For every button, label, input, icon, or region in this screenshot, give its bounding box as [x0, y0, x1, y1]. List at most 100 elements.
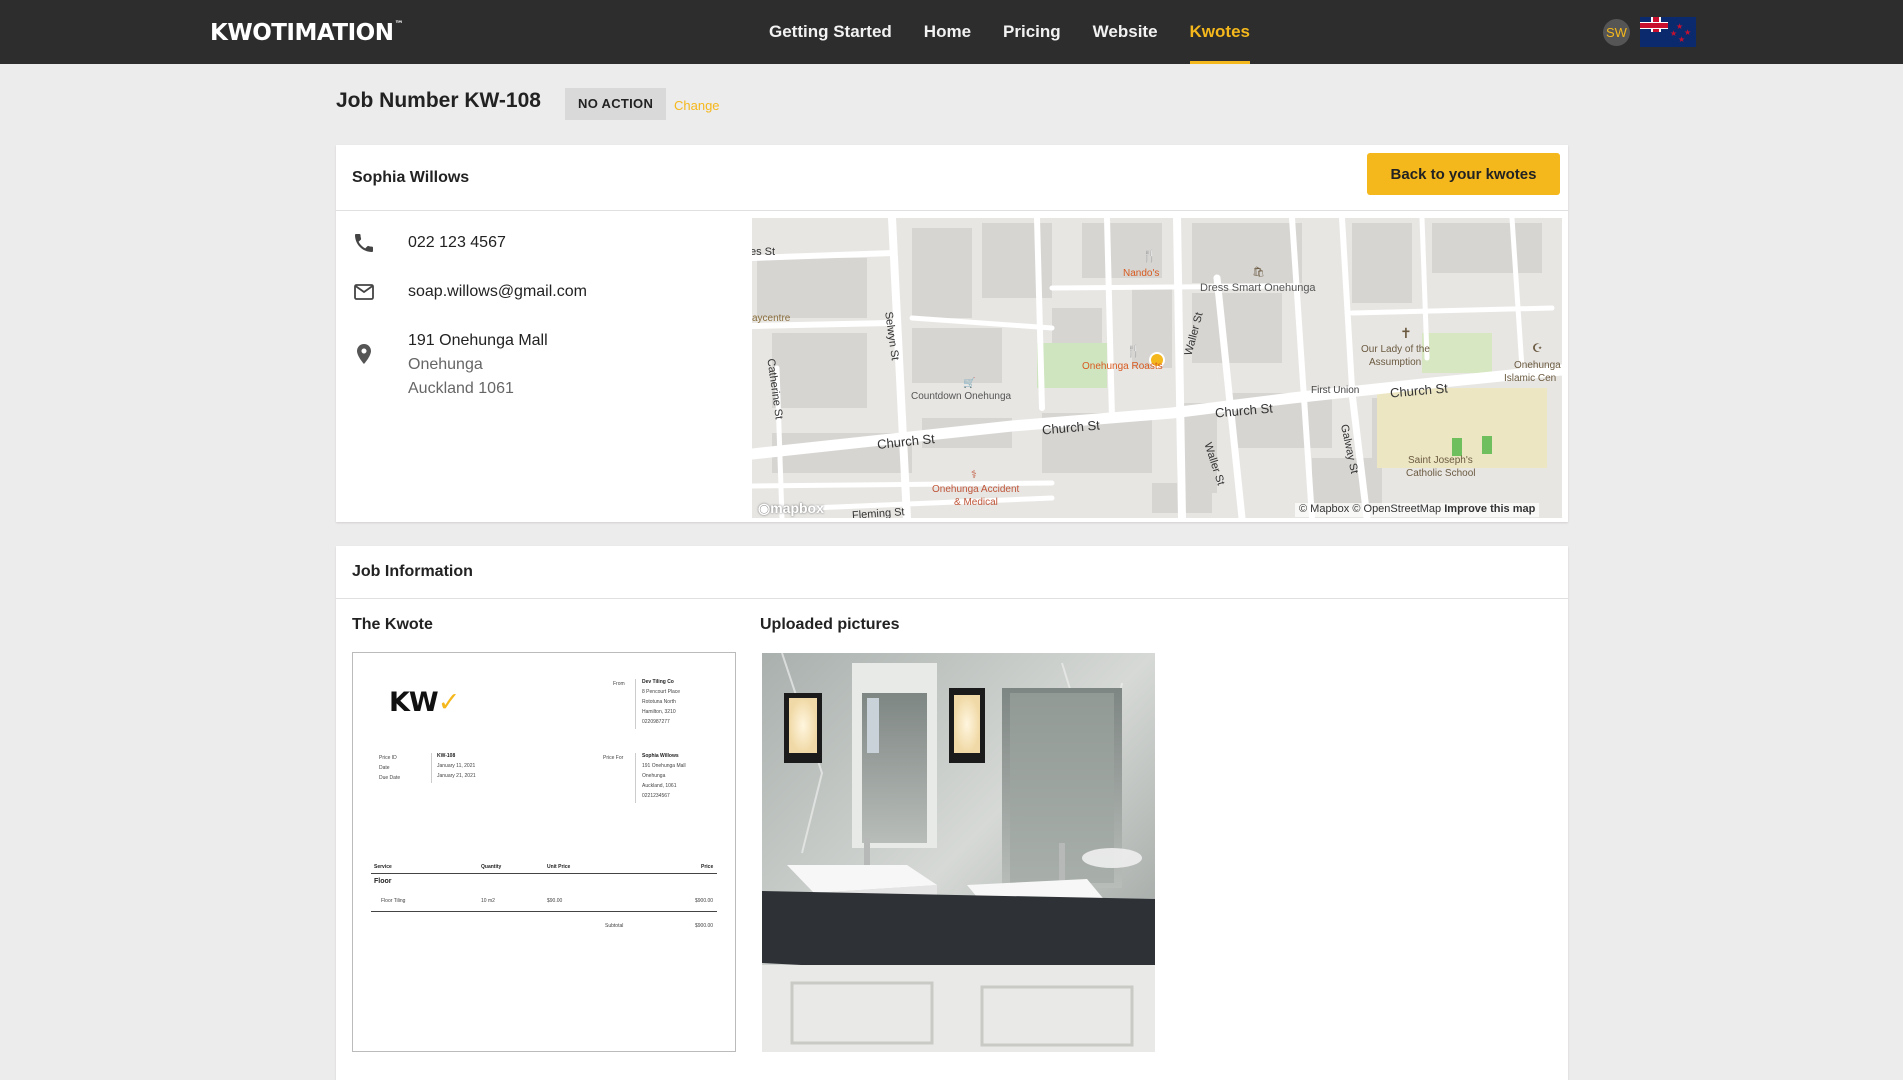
- kwote-title: The Kwote: [352, 616, 433, 633]
- item-quantity: 10 m2: [481, 898, 495, 904]
- price-for-line: 191 Onehunga Mall: [642, 763, 686, 769]
- map-label: Galway St: [1337, 423, 1361, 475]
- from-name: Dev Tiling Co: [642, 679, 674, 685]
- subtotal-value: $900.00: [695, 923, 714, 929]
- nav-website[interactable]: Website: [1093, 0, 1158, 64]
- nav-pricing[interactable]: Pricing: [1003, 0, 1061, 64]
- kwote-logo-check-icon: ✓: [437, 687, 461, 718]
- job-information-title: Job Information: [352, 563, 473, 580]
- map-label: Selwyn St: [882, 310, 901, 362]
- map-label: Onehunga Roasts: [1082, 361, 1163, 372]
- customer-card-header: Sophia Willows Back to your kwotes: [336, 145, 1568, 211]
- phone-icon: [352, 231, 376, 255]
- customer-name: Sophia Willows: [352, 169, 470, 186]
- kwotimation-logo[interactable]: KWOTIMATION™: [210, 20, 403, 46]
- due-date-value: January 21, 2021: [437, 773, 476, 779]
- map-label: Onehunga: [1514, 360, 1561, 371]
- col-service: Service: [374, 864, 392, 870]
- flag-star: ★: [1670, 29, 1678, 38]
- nav-getting-started[interactable]: Getting Started: [769, 0, 892, 64]
- user-avatar[interactable]: SW: [1603, 19, 1630, 46]
- map-label: es St: [752, 246, 776, 258]
- bathroom-photo-image: [762, 653, 1155, 1052]
- price-for-line: Onehunga: [642, 773, 666, 779]
- attribution-text[interactable]: © Mapbox © OpenStreetMap: [1299, 503, 1441, 515]
- map-label: Our Lady of the: [1361, 344, 1430, 355]
- improve-map-link[interactable]: Improve this map: [1444, 503, 1535, 515]
- map-label: Church St: [1214, 400, 1274, 421]
- price-for-line: 0221234567: [642, 793, 670, 799]
- kwote-logo-text: KW: [389, 687, 439, 718]
- from-block: Dev Tiling Co 8 Pencourt Place Rototuna …: [635, 679, 680, 729]
- address-line-3: Auckland 1061: [408, 380, 514, 397]
- phone-row: 022 123 4567: [352, 231, 506, 255]
- due-date-label: Due Date: [379, 775, 401, 781]
- map-labels: Church St Church St Church St Church St …: [752, 218, 1562, 518]
- trademark-symbol: ™: [394, 20, 403, 30]
- from-line: Hamilton, 3210: [642, 709, 676, 715]
- address-line-1: 191 Onehunga Mall: [408, 332, 548, 349]
- map-label: & Medical: [954, 497, 998, 508]
- map-label: Fleming St: [851, 506, 905, 518]
- job-number-title: Job Number KW-108: [336, 89, 541, 112]
- address-block: 191 Onehunga Mall Onehunga Auckland 1061: [408, 329, 548, 401]
- back-to-kwotes-button[interactable]: Back to your kwotes: [1367, 153, 1560, 195]
- map-label: Catherine St: [764, 357, 785, 421]
- item-price: $900.00: [695, 898, 714, 904]
- item-unit-price: $90.00: [547, 898, 563, 904]
- main-nav: Getting Started Home Pricing Website Kwo…: [769, 0, 1282, 64]
- logo-text: KWOTIMATION: [210, 20, 394, 46]
- nav-home[interactable]: Home: [924, 0, 971, 64]
- map-label: Church St: [876, 431, 936, 452]
- change-status-link[interactable]: Change: [674, 98, 720, 113]
- mapbox-logo-text: mapbox: [770, 500, 824, 516]
- price-id-value: KW-108: [437, 753, 456, 759]
- flag-star: ★: [1678, 35, 1686, 44]
- from-label: From: [613, 681, 625, 687]
- top-navigation-bar: KWOTIMATION™ Getting Started Home Pricin…: [0, 0, 1903, 64]
- map-label: Waller St: [1201, 441, 1227, 487]
- nav-kwotes[interactable]: Kwotes: [1189, 0, 1251, 64]
- location-pin-icon: [352, 342, 376, 366]
- subtotal-label: Subtotal: [605, 923, 624, 929]
- price-meta-values: KW-108 January 11, 2021 January 21, 2021: [431, 753, 476, 783]
- email-address[interactable]: soap.willows@gmail.com: [408, 280, 587, 304]
- job-information-header: Job Information: [336, 546, 1568, 599]
- map-label: Saint Joseph's: [1408, 455, 1473, 466]
- map-label: Church St: [1389, 380, 1449, 401]
- col-price: Price: [701, 864, 714, 870]
- map-label: Islamic Cen: [1504, 373, 1557, 384]
- uploaded-pictures-title: Uploaded pictures: [760, 616, 900, 633]
- address-row: 191 Onehunga Mall Onehunga Auckland 1061: [352, 329, 548, 401]
- email-row: soap.willows@gmail.com: [352, 280, 587, 304]
- map-label: aycentre: [752, 313, 791, 324]
- mapbox-logo-icon: ◉: [758, 500, 771, 516]
- date-value: January 11, 2021: [437, 763, 476, 769]
- mapbox-logo[interactable]: ◉mapbox: [758, 500, 824, 517]
- item-group: Floor: [374, 878, 392, 885]
- col-unit-price: Unit Price: [547, 864, 571, 870]
- job-information-card: Job Information The Kwote Uploaded pictu…: [336, 546, 1568, 1080]
- union-jack-canton: [1640, 17, 1668, 32]
- envelope-icon: [352, 280, 376, 304]
- kwote-document-preview[interactable]: KW✓ From Dev Tiling Co 8 Pencourt Place …: [352, 652, 736, 1052]
- map-label: Onehunga Accident: [932, 484, 1020, 495]
- price-id-label: Price ID: [379, 755, 397, 761]
- location-map[interactable]: 🍴 🍴 🛍 🛒 ✝ ☪ ⚕ Church St Church St Church…: [752, 218, 1562, 518]
- price-for-line: Auckland, 1061: [642, 783, 677, 789]
- map-label: First Union: [1311, 385, 1360, 396]
- price-for-name: Sophia Willows: [642, 753, 679, 759]
- map-label: Church St: [1041, 417, 1101, 438]
- table-footer-divider: [371, 911, 717, 912]
- uploaded-picture-bathroom[interactable]: [762, 653, 1155, 1052]
- address-line-2: Onehunga: [408, 356, 483, 373]
- item-name: Floor Tiling: [381, 898, 406, 904]
- table-header-divider: [371, 873, 717, 874]
- date-label: Date: [379, 765, 390, 771]
- price-meta: Price ID Date Due Date: [379, 755, 400, 781]
- phone-number[interactable]: 022 123 4567: [408, 231, 506, 255]
- map-attribution: © Mapbox © OpenStreetMap Improve this ma…: [1295, 503, 1540, 517]
- map-label: Assumption: [1369, 357, 1422, 368]
- customer-card: Sophia Willows Back to your kwotes 022 1…: [336, 145, 1568, 522]
- new-zealand-flag-icon[interactable]: ★ ★ ★ ★: [1640, 17, 1696, 47]
